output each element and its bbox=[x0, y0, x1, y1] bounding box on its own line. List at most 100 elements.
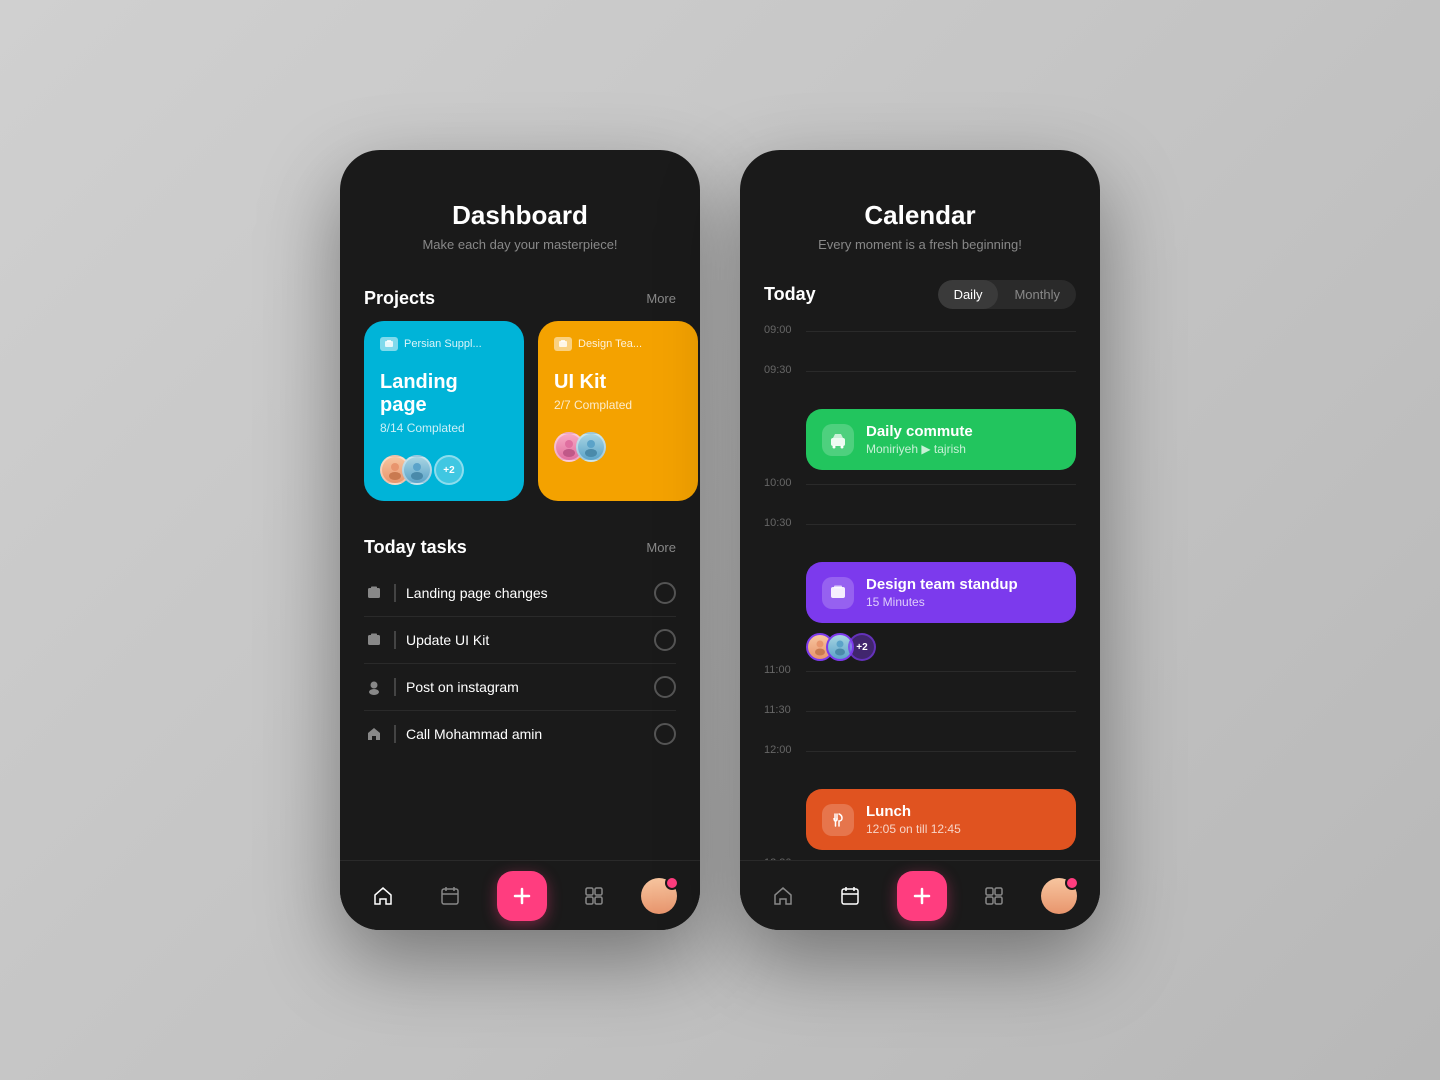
project-2-avatars bbox=[554, 432, 682, 462]
time-row-1200: 12:00 bbox=[764, 745, 1076, 785]
time-line-1200 bbox=[806, 751, 1076, 752]
dashboard-content: Dashboard Make each day your masterpiece… bbox=[340, 150, 700, 860]
standup-avatar-count: +2 bbox=[848, 633, 876, 661]
event-daily-commute[interactable]: Daily commute Moniriyeh ▶ tajrish bbox=[806, 409, 1076, 470]
task-1-name: Landing page changes bbox=[406, 585, 644, 601]
event-lunch[interactable]: Lunch 12:05 on till 12:45 bbox=[806, 789, 1076, 850]
project-1-name: Persian Suppl... bbox=[404, 338, 482, 350]
projects-more[interactable]: More bbox=[646, 291, 676, 306]
projects-label: Projects bbox=[364, 288, 435, 309]
dashboard-bottom-nav bbox=[340, 860, 700, 930]
task-item-1[interactable]: Landing page changes bbox=[364, 570, 676, 617]
time-line-1000 bbox=[806, 484, 1076, 485]
today-label: Today bbox=[764, 284, 816, 305]
time-label-0900: 09:00 bbox=[764, 325, 800, 336]
task-item-3[interactable]: Post on instagram bbox=[364, 664, 676, 711]
task-4-check[interactable] bbox=[654, 723, 676, 745]
task-3-divider bbox=[394, 678, 396, 696]
nav-add-button[interactable] bbox=[497, 871, 547, 921]
cal-nav-calendar-button[interactable] bbox=[830, 876, 870, 916]
time-label-1000: 10:00 bbox=[764, 478, 800, 489]
task-2-check[interactable] bbox=[654, 629, 676, 651]
standup-icon bbox=[822, 577, 854, 609]
dashboard-header: Dashboard Make each day your masterpiece… bbox=[340, 150, 700, 272]
project-1-icon bbox=[380, 337, 398, 351]
commute-subtitle: Moniriyeh ▶ tajrish bbox=[866, 442, 1060, 456]
monthly-view-button[interactable]: Monthly bbox=[998, 280, 1076, 309]
time-row-1030: 10:30 bbox=[764, 518, 1076, 558]
task-item-2[interactable]: Update UI Kit bbox=[364, 617, 676, 664]
timeline: 09:00 09:30 Daily c bbox=[740, 325, 1100, 860]
time-line-1130 bbox=[806, 711, 1076, 712]
task-1-check[interactable] bbox=[654, 582, 676, 604]
tasks-label: Today tasks bbox=[364, 537, 467, 558]
lunch-subtitle: 12:05 on till 12:45 bbox=[866, 822, 1060, 836]
time-row-0930: 09:30 bbox=[764, 365, 1076, 405]
time-label-1030: 10:30 bbox=[764, 518, 800, 529]
tasks-more[interactable]: More bbox=[646, 540, 676, 555]
lunch-title: Lunch bbox=[866, 803, 1060, 820]
project-2-name: Design Tea... bbox=[578, 338, 642, 350]
task-4-icon bbox=[364, 724, 384, 744]
calendar-toolbar: Today Daily Monthly bbox=[740, 272, 1100, 325]
time-row-1100: 11:00 bbox=[764, 665, 1076, 705]
time-line-0930 bbox=[806, 371, 1076, 372]
dashboard-title: Dashboard bbox=[364, 200, 676, 231]
time-line-1100 bbox=[806, 671, 1076, 672]
nav-avatar-button[interactable] bbox=[641, 878, 677, 914]
time-row-1130: 11:30 bbox=[764, 705, 1076, 745]
task-3-name: Post on instagram bbox=[406, 679, 644, 695]
avatar-2 bbox=[402, 455, 432, 485]
task-item-4[interactable]: Call Mohammad amin bbox=[364, 711, 676, 757]
project-1-completed: 8/14 Complated bbox=[380, 421, 508, 435]
commute-icon bbox=[822, 424, 854, 456]
cal-nav-add-button[interactable] bbox=[897, 871, 947, 921]
calendar-subtitle: Every moment is a fresh beginning! bbox=[764, 237, 1076, 252]
cal-nav-home-button[interactable] bbox=[763, 876, 803, 916]
calendar-header: Calendar Every moment is a fresh beginni… bbox=[740, 150, 1100, 272]
time-line-1030 bbox=[806, 524, 1076, 525]
cal-nav-avatar-button[interactable] bbox=[1041, 878, 1077, 914]
cal-nav-grid-button[interactable] bbox=[974, 876, 1014, 916]
task-1-icon bbox=[364, 583, 384, 603]
calendar-bottom-nav bbox=[740, 860, 1100, 930]
calendar-phone: Calendar Every moment is a fresh beginni… bbox=[740, 150, 1100, 930]
task-3-icon bbox=[364, 677, 384, 697]
time-row-1230: 12:30 bbox=[764, 858, 1076, 860]
task-3-check[interactable] bbox=[654, 676, 676, 698]
project-1-title: Landing page bbox=[380, 371, 508, 417]
daily-view-button[interactable]: Daily bbox=[938, 280, 999, 309]
time-label-1230: 12:30 bbox=[764, 858, 800, 860]
time-line-0900 bbox=[806, 331, 1076, 332]
time-label-1130: 11:30 bbox=[764, 705, 800, 716]
projects-section-header: Projects More bbox=[340, 272, 700, 321]
calendar-title: Calendar bbox=[764, 200, 1076, 231]
project-card-2-header: Design Tea... bbox=[554, 337, 682, 351]
event-design-standup[interactable]: Design team standup 15 Minutes bbox=[806, 562, 1076, 623]
commute-title: Daily commute bbox=[866, 423, 1060, 440]
task-1-divider bbox=[394, 584, 396, 602]
time-label-1100: 11:00 bbox=[764, 665, 800, 676]
dashboard-subtitle: Make each day your masterpiece! bbox=[364, 237, 676, 252]
project-card-1-header: Persian Suppl... bbox=[380, 337, 508, 351]
standup-title: Design team standup bbox=[866, 576, 1060, 593]
time-row-0900: 09:00 bbox=[764, 325, 1076, 365]
standup-avatars: +2 bbox=[806, 633, 1076, 661]
nav-home-button[interactable] bbox=[363, 876, 403, 916]
tasks-section-header: Today tasks More bbox=[340, 521, 700, 570]
project-card-2[interactable]: Design Tea... UI Kit 2/7 Complated bbox=[538, 321, 698, 501]
task-4-name: Call Mohammad amin bbox=[406, 726, 644, 742]
task-2-name: Update UI Kit bbox=[406, 632, 644, 648]
project-2-completed: 2/7 Complated bbox=[554, 398, 682, 412]
tasks-list: Landing page changes Update UI Kit Post … bbox=[340, 570, 700, 777]
project-card-1[interactable]: Persian Suppl... Landing page 8/14 Compl… bbox=[364, 321, 524, 501]
calendar-content: Calendar Every moment is a fresh beginni… bbox=[740, 150, 1100, 860]
project-2-title: UI Kit bbox=[554, 371, 682, 394]
project-1-avatars: +2 bbox=[380, 455, 508, 485]
dashboard-phone: Dashboard Make each day your masterpiece… bbox=[340, 150, 700, 930]
time-label-0930: 09:30 bbox=[764, 365, 800, 376]
project-1-avatar-count: +2 bbox=[434, 455, 464, 485]
nav-grid-button[interactable] bbox=[574, 876, 614, 916]
avatar-4 bbox=[576, 432, 606, 462]
nav-calendar-button[interactable] bbox=[430, 876, 470, 916]
